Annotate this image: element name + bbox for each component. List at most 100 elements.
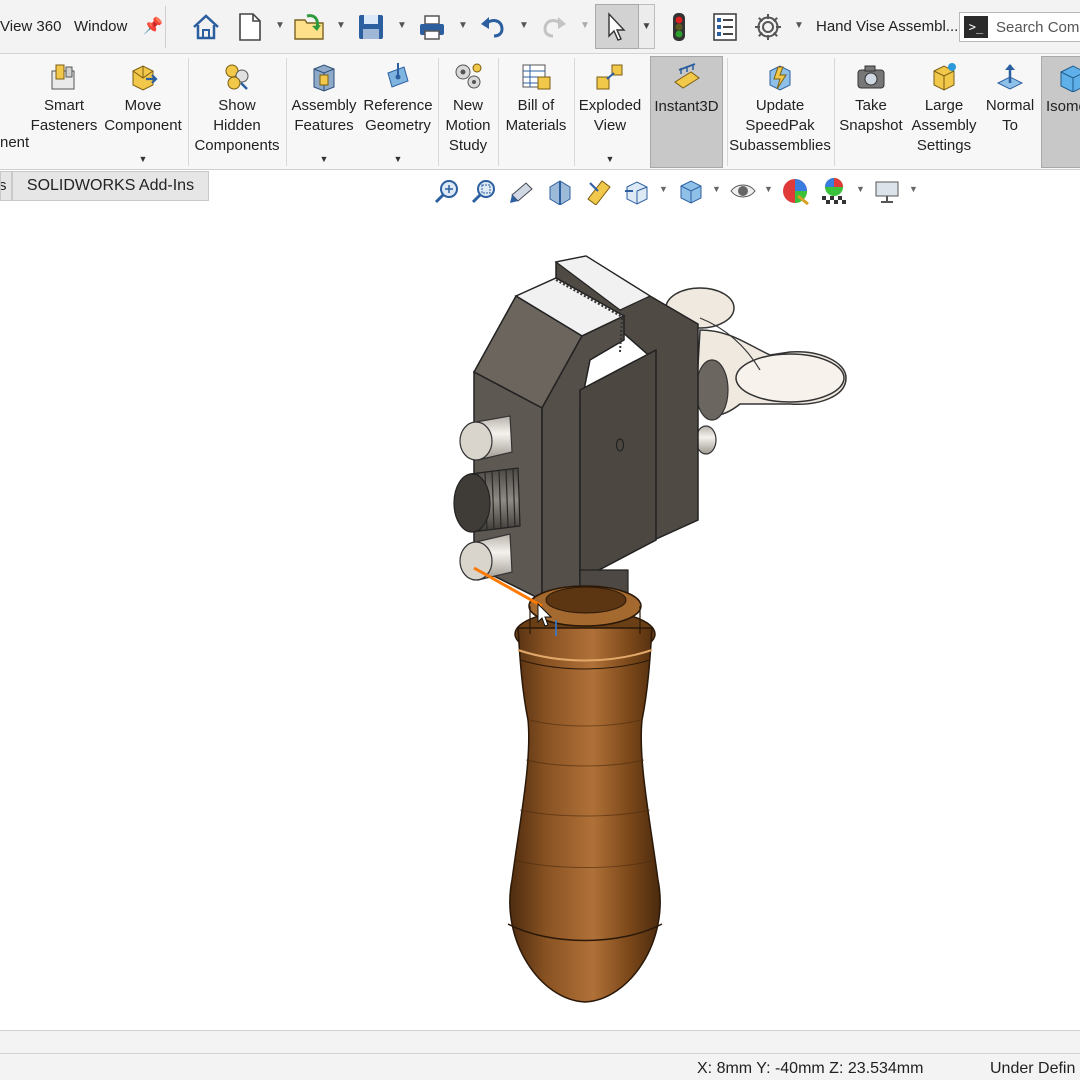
normal-to-button[interactable]: Normal To <box>982 56 1038 168</box>
graphics-area[interactable] <box>0 208 1080 1030</box>
speedpak-icon <box>763 60 797 94</box>
file-properties-icon[interactable] <box>707 9 743 45</box>
select-cursor-icon[interactable] <box>595 4 639 49</box>
pin-icon[interactable]: 📌 <box>143 16 163 36</box>
update-speedpak-button[interactable]: Update SpeedPak Subassemblies <box>728 56 832 168</box>
ribbon-button-label: Bill of Materials <box>505 97 567 134</box>
chevron-down-icon[interactable]: ▼ <box>397 20 407 31</box>
undo-icon[interactable] <box>475 9 511 45</box>
chevron-down-icon[interactable]: ▼ <box>606 154 615 164</box>
coordinate-readout: X: 8mm Y: -40mm Z: 23.534mm <box>697 1060 924 1077</box>
chevron-down-icon[interactable]: ▼ <box>909 184 918 194</box>
assembly-features-button[interactable]: Assembly Features ▼ <box>288 56 360 168</box>
wooden-handle[interactable] <box>507 585 663 1003</box>
search-input[interactable] <box>996 18 1080 36</box>
menu-separator <box>165 6 166 48</box>
ribbon-button-label: Show Hidden Components <box>194 97 280 154</box>
chevron-down-icon[interactable]: ▼ <box>320 154 329 164</box>
new-motion-study-button[interactable]: New Motion Study <box>440 56 496 168</box>
chevron-down-icon[interactable]: ▼ <box>336 20 346 31</box>
status-bar: X: 8mm Y: -40mm Z: 23.534mm Under Defin <box>0 1054 1080 1080</box>
chevron-down-icon[interactable]: ▼ <box>580 20 590 31</box>
horizontal-scrollbar[interactable] <box>0 1030 1080 1054</box>
edit-appearance-icon[interactable] <box>780 174 810 208</box>
save-icon[interactable] <box>353 9 389 45</box>
dynamic-annotation-icon[interactable] <box>583 174 613 208</box>
redo-icon[interactable] <box>536 9 572 45</box>
lead-screw[interactable] <box>453 467 521 533</box>
reference-geometry-icon <box>381 60 415 94</box>
ribbon-button-label: Exploded View <box>578 97 642 134</box>
hide-show-items-icon[interactable] <box>728 174 758 208</box>
command-prompt-icon: >_ <box>964 16 988 38</box>
chevron-down-icon[interactable]: ▼ <box>519 20 529 31</box>
chevron-down-icon[interactable]: ▼ <box>139 154 148 164</box>
chevron-down-icon[interactable]: ▼ <box>458 20 468 31</box>
menu-window[interactable]: Window <box>74 18 127 35</box>
ribbon-button-label: Update SpeedPak Subassemblies <box>729 97 831 154</box>
display-style-icon[interactable] <box>676 174 706 208</box>
take-snapshot-button[interactable]: Take Snapshot <box>836 56 906 168</box>
show-hidden-components-button[interactable]: Show Hidden Components <box>190 56 284 168</box>
ribbon-separator <box>574 58 575 166</box>
reference-geometry-button[interactable]: Reference Geometry ▼ <box>362 56 434 168</box>
camera-icon <box>854 60 888 94</box>
isometric-button[interactable]: Isome <box>1041 56 1080 168</box>
search-commands-box[interactable]: >_ <box>959 12 1080 42</box>
exploded-view-icon <box>593 60 627 94</box>
home-icon[interactable] <box>188 9 224 45</box>
exploded-view-button[interactable]: Exploded View ▼ <box>576 56 644 168</box>
ribbon-button-label: Isome <box>1046 98 1080 115</box>
ribbon-button-label: Instant3D <box>654 98 719 115</box>
document-title: Hand Vise Assembl... <box>816 18 959 35</box>
show-hidden-components-icon <box>220 60 254 94</box>
open-icon[interactable] <box>292 9 328 45</box>
bill-of-materials-button[interactable]: Bill of Materials <box>500 56 572 168</box>
view-settings-icon[interactable] <box>872 174 902 208</box>
tab-solidworks-add-ins[interactable]: SOLIDWORKS Add-Ins <box>12 171 209 201</box>
large-assembly-settings-button[interactable]: Large Assembly Settings <box>906 56 982 168</box>
menu-view360[interactable]: View 360 <box>0 18 61 35</box>
chevron-down-icon[interactable]: ▼ <box>639 4 655 49</box>
ribbon-separator <box>498 58 499 166</box>
large-assembly-icon <box>927 60 961 94</box>
print-icon[interactable] <box>414 9 450 45</box>
instant3d-icon <box>670 61 704 95</box>
new-document-icon[interactable] <box>232 9 268 45</box>
tab-previous[interactable]: s <box>0 171 12 201</box>
definition-status: Under Defin <box>990 1060 1076 1077</box>
rebuild-traffic-light-icon[interactable] <box>661 9 697 45</box>
ribbon-button-label: Reference Geometry <box>363 97 433 134</box>
insert-component-button[interactable]: nent <box>0 56 30 168</box>
zoom-to-fit-icon[interactable] <box>432 174 462 208</box>
view-orientation-icon[interactable] <box>622 174 652 208</box>
guide-pin-top[interactable] <box>459 415 513 461</box>
chevron-down-icon[interactable]: ▼ <box>764 184 773 194</box>
chevron-down-icon[interactable]: ▼ <box>794 20 804 31</box>
ribbon-button-label: Assembly Features <box>291 97 357 134</box>
previous-view-icon[interactable] <box>507 174 537 208</box>
ribbon-separator <box>286 58 287 166</box>
chevron-down-icon[interactable]: ▼ <box>712 184 721 194</box>
chevron-down-icon[interactable]: ▼ <box>659 184 668 194</box>
move-component-button[interactable]: Move Component ▼ <box>100 56 186 168</box>
menu-bar: View 360 Window 📌 ▼ ▼ ▼ ▼ ▼ ▼ ▼ ▼ Hand V… <box>0 0 1080 54</box>
commandmanager-ribbon: nent Smart Fasteners Move Component ▼ Sh… <box>0 54 1080 170</box>
options-gear-icon[interactable] <box>750 9 786 45</box>
ribbon-button-label: nent <box>0 134 30 151</box>
ribbon-button-label: New Motion Study <box>445 97 491 154</box>
isometric-icon <box>1056 61 1080 95</box>
zoom-to-area-icon[interactable] <box>469 174 499 208</box>
smart-fasteners-button[interactable]: Smart Fasteners <box>30 56 98 168</box>
normal-to-icon <box>993 60 1027 94</box>
ribbon-button-label: Smart Fasteners <box>30 97 98 134</box>
chevron-down-icon[interactable]: ▼ <box>394 154 403 164</box>
chevron-down-icon[interactable]: ▼ <box>856 184 865 194</box>
section-view-icon[interactable] <box>545 174 575 208</box>
motion-study-icon <box>451 60 485 94</box>
instant3d-button[interactable]: Instant3D <box>650 56 723 168</box>
hand-vise-model[interactable] <box>0 208 1080 1030</box>
chevron-down-icon[interactable]: ▼ <box>275 20 285 31</box>
apply-scene-icon[interactable] <box>819 174 849 208</box>
ribbon-button-label: Large Assembly Settings <box>911 97 977 154</box>
